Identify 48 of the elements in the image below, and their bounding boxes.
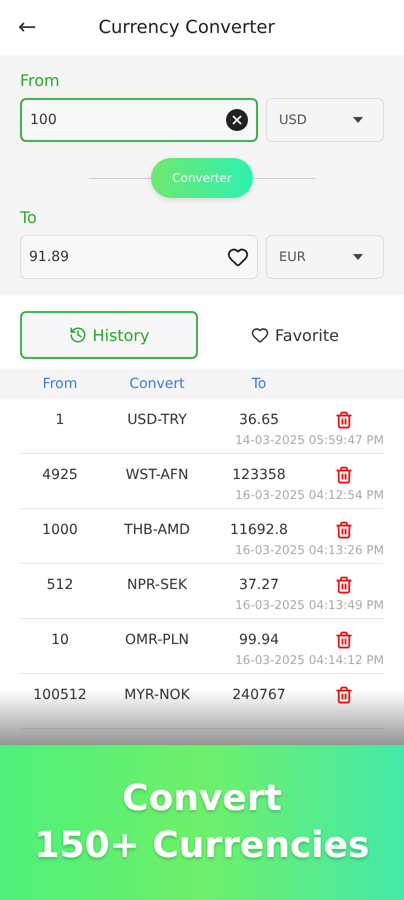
timestamp: 14-03-2025 05:59:47 PM — [235, 433, 384, 447]
currency-dropdown[interactable]: USD — [266, 98, 384, 142]
table-cell-text: 36.65 — [238, 412, 280, 428]
table-cell-text: 512 — [46, 577, 74, 593]
clear-icon[interactable] — [226, 109, 248, 131]
table-cell-text: MYR-NOK — [123, 687, 191, 703]
banner-text: 150+ Currencies — [34, 824, 370, 868]
table-cell-text: 123358 — [231, 467, 287, 483]
delete-icon[interactable] — [335, 686, 353, 704]
delete-icon[interactable] — [335, 466, 353, 484]
heart-icon[interactable] — [227, 246, 249, 268]
timestamp: 16-03-2025 04:13:49 PM — [235, 598, 384, 612]
table-cell-text: OMR-PLN — [124, 632, 190, 648]
back-button[interactable]: ← — [18, 15, 36, 40]
table-cell-text: 4925 — [41, 467, 79, 483]
amount-field[interactable]: 100 — [20, 98, 258, 142]
heart-icon — [251, 326, 270, 344]
screen-title: Currency Converter — [98, 17, 275, 38]
table-cell-text: NPR-SEK — [126, 577, 188, 593]
delete-icon[interactable] — [335, 411, 353, 429]
dropdown-caret-icon — [353, 117, 363, 123]
column-header: From — [42, 376, 78, 392]
history-icon — [68, 326, 87, 344]
table-cell-text: WST-AFN — [124, 467, 190, 483]
column-header: Convert — [128, 376, 186, 392]
timestamp: 16-03-2025 04:14:12 PM — [235, 653, 384, 667]
timestamp: 16-03-2025 04:13:26 PM — [235, 543, 384, 557]
table-cell-text: 37.27 — [238, 577, 280, 593]
delete-icon[interactable] — [335, 521, 353, 539]
to-label: To — [20, 208, 38, 227]
table-cell-text: 11692.8 — [229, 522, 289, 538]
table-cell-text: 1 — [54, 412, 66, 428]
timestamp: 16-03-2025 04:12:54 PM — [235, 488, 384, 502]
table-cell-text: USD-TRY — [126, 412, 188, 428]
table-cell-text: 1000 — [41, 522, 79, 538]
table-cell-text: 99.94 — [238, 632, 280, 648]
banner-text: Convert — [122, 776, 282, 821]
delete-icon[interactable] — [335, 576, 353, 594]
table-cell-text: THB-AMD — [123, 522, 191, 538]
table-cell-text: 10 — [50, 632, 70, 648]
delete-icon[interactable] — [335, 631, 353, 649]
column-header: To — [250, 376, 268, 392]
result-field: 91.89 — [20, 235, 258, 279]
table-cell-text: 100512 — [32, 687, 88, 703]
currency-dropdown[interactable]: EUR — [266, 235, 384, 279]
from-label: From — [20, 71, 61, 90]
dropdown-caret-icon — [353, 254, 363, 260]
table-cell-text: 240767 — [231, 687, 287, 703]
